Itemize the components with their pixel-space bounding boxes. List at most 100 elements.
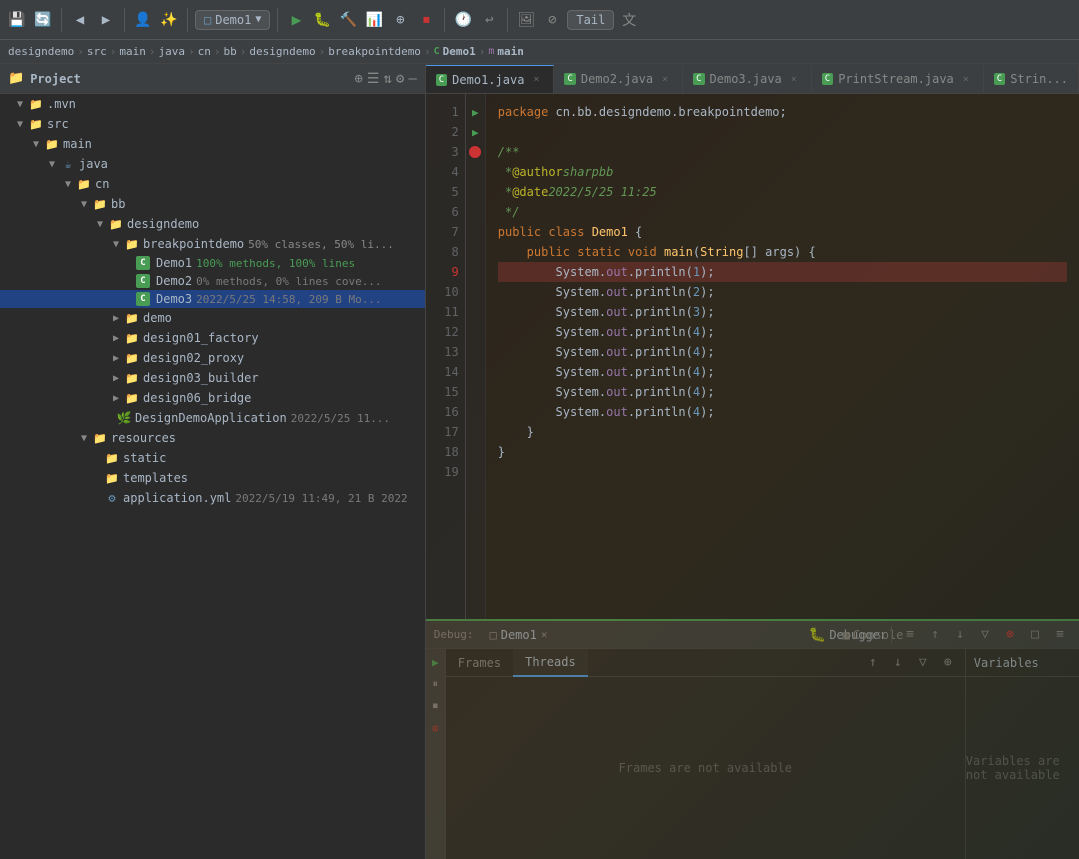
tree-item-demo2[interactable]: C Demo2 0% methods, 0% lines cove... [0, 272, 425, 290]
side-btn-breakpoints[interactable]: ⊙ [426, 719, 444, 737]
debug-button[interactable]: 🐛 [311, 9, 333, 31]
folder-icon: 📁 [124, 330, 140, 346]
project-dropdown[interactable]: □ Demo1 ▼ [195, 10, 270, 30]
tree-item-demo3[interactable]: C Demo3 2022/5/25 14:58, 209 B Mo... [0, 290, 425, 308]
undo-button[interactable]: ↩ [478, 9, 500, 31]
sort-icon[interactable]: ⇅ [383, 71, 391, 87]
tree-item-mvn[interactable]: ▼ 📁 .mvn [0, 94, 425, 114]
tree-item-java[interactable]: ▼ ☕ java [0, 154, 425, 174]
tree-item-resources[interactable]: ▼ 📁 resources [0, 428, 425, 448]
subtab-ctrl-copy[interactable]: ⊕ [937, 652, 959, 674]
no-button[interactable]: ⊘ [541, 9, 563, 31]
coverage-button[interactable]: ⊕ [389, 9, 411, 31]
bc-bb[interactable]: bb [223, 45, 236, 58]
bc-main[interactable]: main [119, 45, 146, 58]
sync-icon[interactable]: 🔄 [32, 9, 54, 31]
kw: package [498, 102, 549, 122]
tab-close-demo3[interactable]: × [787, 72, 801, 86]
tab-close-demo1[interactable]: × [529, 73, 543, 87]
run-button[interactable]: ▶ [285, 9, 307, 31]
tree-item-breakpointdemo[interactable]: ▼ 📁 breakpointdemo 50% classes, 50% li..… [0, 234, 425, 254]
tree-item-yml[interactable]: ⚙ application.yml 2022/5/19 11:49, 21 B … [0, 488, 425, 508]
tab-printstream[interactable]: C PrintStream.java × [812, 65, 984, 93]
bc-designdemo2[interactable]: designdemo [249, 45, 315, 58]
debug-ctrl-menu[interactable]: ≡ [899, 624, 921, 646]
tree-item-bb[interactable]: ▼ 📁 bb [0, 194, 425, 214]
java-class-icon2: C [136, 274, 150, 288]
tab-close-printstream[interactable]: × [959, 72, 973, 86]
tree-item-app[interactable]: 🌿 DesignDemoApplication 2022/5/25 11... [0, 408, 425, 428]
side-btn-resume[interactable]: ▶ [426, 653, 444, 671]
tree-item-demo1[interactable]: C Demo1 100% methods, 100% lines [0, 254, 425, 272]
debug-ctrl-console[interactable]: ▦ Console [862, 624, 884, 646]
breadcrumb: designdemo › src › main › java › cn › bb… [0, 40, 1079, 64]
folder-icon: 📁 [28, 96, 44, 112]
save-icon[interactable]: 💾 [6, 9, 28, 31]
tree-item-cn[interactable]: ▼ 📁 cn [0, 174, 425, 194]
plain: ( [693, 242, 700, 262]
tree-item-src[interactable]: ▼ 📁 src [0, 114, 425, 134]
debug-ctrl-settings2[interactable]: ≡ [1049, 624, 1071, 646]
debug-ctrl-up[interactable]: ↑ [924, 624, 946, 646]
back-icon[interactable]: ◀ [69, 9, 91, 31]
gutter-9[interactable] [466, 142, 485, 162]
tree-item-factory[interactable]: ▶ 📁 design01_factory [0, 328, 425, 348]
vcs-icon[interactable]: 👤 [132, 9, 154, 31]
tab-demo2[interactable]: C Demo2.java × [554, 65, 683, 93]
subtab-ctrl-down[interactable]: ↓ [887, 652, 909, 674]
tab-close-demo2[interactable]: × [658, 72, 672, 86]
tail-button[interactable]: Tail [567, 10, 614, 30]
tab-java-icon5: C [994, 73, 1005, 85]
side-btn-pause[interactable]: ⏸ [426, 675, 444, 693]
debug-session-close[interactable]: × [541, 628, 548, 641]
tree-item-bridge[interactable]: ▶ 📁 design06_bridge [0, 388, 425, 408]
debug-ctrl-mute[interactable]: □ [1024, 624, 1046, 646]
stop-button[interactable]: ⏹ [415, 9, 437, 31]
tree-item-demo[interactable]: ▶ 📁 demo [0, 308, 425, 328]
subtab-ctrl-up[interactable]: ↑ [862, 652, 884, 674]
bc-main-method[interactable]: main [497, 45, 524, 58]
bc-designdemo[interactable]: designdemo [8, 45, 74, 58]
subtab-ctrl-filter[interactable]: ▽ [912, 652, 934, 674]
bc-demo1[interactable]: Demo1 [443, 45, 476, 58]
debug-subtab-threads[interactable]: Threads [513, 649, 588, 677]
bc-cn[interactable]: cn [198, 45, 211, 58]
debug-subtab-frames[interactable]: Frames [446, 649, 513, 677]
tree-item-designdemo[interactable]: ▼ 📁 designdemo [0, 214, 425, 234]
screenshot-button[interactable]: 🖼 [515, 9, 537, 31]
tab-demo3[interactable]: C Demo3.java × [683, 65, 812, 93]
tree-arrow: ▼ [60, 179, 76, 190]
tab-string[interactable]: C Strin... [984, 65, 1079, 93]
toolbar-separator-3 [187, 8, 188, 32]
code-editor[interactable]: package cn.bb.designdemo.breakpointdemo;… [486, 94, 1079, 619]
magic-icon[interactable]: ✨ [158, 9, 180, 31]
ln-11: 11 [426, 302, 459, 322]
debug-body: ▶ ⏸ ⏹ ⊙ Frames Threads ↑ [426, 649, 1079, 859]
build-button[interactable]: 🔨 [337, 9, 359, 31]
history-button[interactable]: 🕐 [452, 9, 474, 31]
minimize-icon[interactable]: — [408, 71, 416, 87]
tree-item-templates[interactable]: 📁 templates [0, 468, 425, 488]
debug-ctrl-down[interactable]: ↓ [949, 624, 971, 646]
tree-item-main[interactable]: ▼ 📁 main [0, 134, 425, 154]
tree-item-static[interactable]: 📁 static [0, 448, 425, 468]
debug-session-tab[interactable]: □ Demo1 × [484, 628, 554, 642]
breakpoint-marker-9[interactable] [469, 146, 481, 158]
settings-icon[interactable]: ⚙ [396, 71, 404, 87]
debug-subtabs: Frames Threads ↑ ↓ ▽ ⊕ [446, 649, 965, 677]
debug-ctrl-stop[interactable]: ⊗ [999, 624, 1021, 646]
collapse-icon[interactable]: ☰ [367, 71, 380, 87]
bc-java[interactable]: java [158, 45, 185, 58]
folder-icon: 📁 [28, 116, 44, 132]
profile-button[interactable]: 📊 [363, 9, 385, 31]
tree-item-proxy[interactable]: ▶ 📁 design02_proxy [0, 348, 425, 368]
bc-src[interactable]: src [87, 45, 107, 58]
side-btn-stop[interactable]: ⏹ [426, 697, 444, 715]
tree-item-builder[interactable]: ▶ 📁 design03_builder [0, 368, 425, 388]
bc-breakpointdemo[interactable]: breakpointdemo [328, 45, 421, 58]
forward-icon[interactable]: ▶ [95, 9, 117, 31]
translate-button[interactable]: 文 [618, 9, 640, 31]
debug-ctrl-restore[interactable]: ▽ [974, 624, 996, 646]
tab-demo1[interactable]: C Demo1.java × [426, 65, 555, 93]
locate-icon[interactable]: ⊕ [354, 71, 362, 87]
